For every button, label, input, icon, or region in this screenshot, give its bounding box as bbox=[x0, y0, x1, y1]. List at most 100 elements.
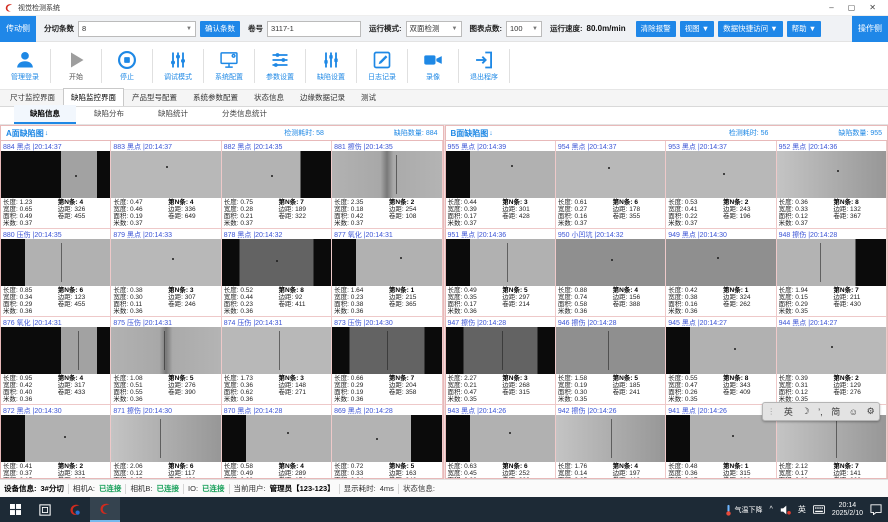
data-quick-access-menu-button[interactable]: 数据快捷访问 ▼ bbox=[718, 21, 783, 37]
defect-thumbnail[interactable] bbox=[666, 151, 775, 198]
defect-cell[interactable]: 879 黑点 |20:14:33长度: 0.38宽度: 0.30面积: 0.11… bbox=[111, 229, 221, 317]
defect-thumbnail[interactable] bbox=[556, 327, 665, 374]
defect-cell[interactable]: 880 压伤 |20:14:35长度: 0.85宽度: 0.34面积: 0.29… bbox=[1, 229, 111, 317]
touch-keyboard-icon[interactable] bbox=[813, 505, 825, 514]
defect-thumbnail[interactable] bbox=[111, 327, 220, 374]
defect-thumbnail[interactable] bbox=[222, 239, 331, 286]
subtab-1[interactable]: 缺陷分布 bbox=[78, 105, 140, 124]
defect-cell[interactable]: 948 擦伤 |20:14:28长度: 1.94宽度: 0.15面积: 0.29… bbox=[777, 229, 887, 317]
defect-cell[interactable]: 872 黑点 |20:14:30长度: 0.41宽度: 0.37面积: 0.15… bbox=[1, 405, 111, 478]
taskbar-active-app-icon[interactable] bbox=[90, 497, 120, 522]
defect-cell[interactable]: 950 小凹坑 |20:14:32长度: 0.88宽度: 0.74面积: 0.5… bbox=[556, 229, 666, 317]
ime-punctuation-mode[interactable]: ’, bbox=[818, 407, 823, 417]
subtab-0[interactable]: 缺陷信息 bbox=[14, 105, 76, 124]
defect-cell[interactable]: 944 黑点 |20:14:27长度: 0.39宽度: 0.31面积: 0.12… bbox=[777, 317, 887, 405]
defect-cell[interactable]: 884 黑点 |20:14:37长度: 1.23宽度: 0.65面积: 0.49… bbox=[1, 141, 111, 229]
defect-cell[interactable]: 949 黑点 |20:14:30长度: 0.42宽度: 0.38面积: 0.16… bbox=[666, 229, 776, 317]
defect-cell[interactable]: 954 黑点 |20:14:37长度: 0.61宽度: 0.27面积: 0.16… bbox=[556, 141, 666, 229]
defect-thumbnail[interactable] bbox=[777, 327, 886, 374]
ime-english-mode[interactable]: 英 bbox=[784, 405, 793, 418]
defect-thumbnail[interactable] bbox=[111, 239, 220, 286]
slit-count-select[interactable]: 8▼ bbox=[78, 21, 196, 37]
defect-thumbnail[interactable] bbox=[556, 151, 665, 198]
log-button[interactable]: 日志记录 bbox=[359, 44, 405, 88]
view-menu-button[interactable]: 视图 ▼ bbox=[680, 21, 715, 37]
defect-cell[interactable]: 878 黑点 |20:14:32长度: 0.52宽度: 0.44面积: 0.23… bbox=[222, 229, 332, 317]
gear-icon[interactable]: ⚙ bbox=[867, 406, 875, 417]
defect-cell[interactable]: 882 黑点 |20:14:35长度: 0.75宽度: 0.28面积: 0.21… bbox=[222, 141, 332, 229]
defect-cell[interactable]: 870 黑点 |20:14:28长度: 0.58宽度: 0.49面积: 0.28… bbox=[222, 405, 332, 478]
start-button[interactable] bbox=[0, 497, 30, 522]
arrow-down-icon[interactable]: ↓ bbox=[489, 130, 493, 137]
defect-thumbnail[interactable] bbox=[332, 415, 441, 462]
arrow-down-icon[interactable]: ↓ bbox=[45, 130, 49, 137]
maximize-icon[interactable]: ▢ bbox=[848, 3, 856, 13]
emoji-icon[interactable]: ☺ bbox=[849, 407, 858, 417]
close-icon[interactable]: ✕ bbox=[869, 3, 876, 13]
taskbar-clock[interactable]: 20:14 2025/2/10 bbox=[832, 502, 863, 518]
ime-toolbar[interactable]: ⋮ 英 ☽ ’, 简 ☺ ⚙ bbox=[762, 402, 880, 421]
defect-thumbnail[interactable] bbox=[556, 415, 665, 462]
weather-widget[interactable]: 气温下降 bbox=[725, 504, 763, 516]
subtab-3[interactable]: 分类信息统计 bbox=[206, 105, 283, 124]
play-button[interactable]: 开始 bbox=[53, 44, 99, 88]
moon-icon[interactable]: ☽ bbox=[801, 406, 809, 417]
defect-thumbnail[interactable] bbox=[556, 239, 665, 286]
defect-cell[interactable]: 874 压伤 |20:14:31长度: 1.73宽度: 0.36面积: 0.62… bbox=[222, 317, 332, 405]
defect-cell[interactable]: 941 黑点 |20:14:26长度: 0.48宽度: 0.36面积: 0.17… bbox=[666, 405, 776, 478]
ime-drag-handle[interactable]: ⋮ bbox=[767, 407, 775, 416]
operator-side-button[interactable]: 操作侧 bbox=[852, 16, 888, 42]
defect-thumbnail[interactable] bbox=[222, 415, 331, 462]
defect-thumbnail[interactable] bbox=[666, 415, 775, 462]
defect-cell[interactable]: 876 氧化 |20:14:31长度: 0.95宽度: 0.42面积: 0.40… bbox=[1, 317, 111, 405]
defect-thumbnail[interactable] bbox=[666, 327, 775, 374]
defect-thumbnail[interactable] bbox=[446, 327, 555, 374]
minimize-icon[interactable]: – bbox=[829, 3, 833, 13]
defect-thumbnail[interactable] bbox=[1, 239, 110, 286]
defect-thumbnail[interactable] bbox=[1, 327, 110, 374]
defect-cell[interactable]: 943 黑点 |20:14:26长度: 0.63宽度: 0.45面积: 0.28… bbox=[446, 405, 556, 478]
run-mode-select[interactable]: 双面检测▼ bbox=[406, 21, 462, 37]
defect-thumbnail[interactable] bbox=[446, 415, 555, 462]
defect-cell[interactable]: 871 擦伤 |20:14:30长度: 2.06宽度: 0.12面积: 0.25… bbox=[111, 405, 221, 478]
task-view-button[interactable] bbox=[30, 497, 60, 522]
defect-thumbnail[interactable] bbox=[777, 415, 886, 462]
taskbar-ime-indicator[interactable]: 英 bbox=[798, 504, 806, 515]
exit-button[interactable]: 退出程序 bbox=[461, 44, 507, 88]
defect-thumbnail[interactable] bbox=[222, 151, 331, 198]
sliders-v-button[interactable]: 缺陷设置 bbox=[308, 44, 354, 88]
defect-thumbnail[interactable] bbox=[111, 415, 220, 462]
tray-expand-icon[interactable]: ^ bbox=[770, 506, 773, 513]
tab-6[interactable]: 测试 bbox=[353, 88, 384, 106]
confirm-count-button[interactable]: 确认条数 bbox=[200, 21, 240, 37]
tab-4[interactable]: 状态信息 bbox=[246, 88, 292, 106]
defect-thumbnail[interactable] bbox=[332, 239, 441, 286]
notification-center-icon[interactable] bbox=[870, 504, 882, 515]
tab-1[interactable]: 缺陷监控界面 bbox=[63, 88, 124, 106]
stop-button[interactable]: 停止 bbox=[104, 44, 150, 88]
defect-cell[interactable]: 945 黑点 |20:14:27长度: 0.55宽度: 0.47面积: 0.26… bbox=[666, 317, 776, 405]
drive-side-button[interactable]: 传动侧 bbox=[0, 16, 36, 42]
defect-thumbnail[interactable] bbox=[777, 151, 886, 198]
chart-points-select[interactable]: 100▼ bbox=[506, 21, 542, 37]
defect-thumbnail[interactable] bbox=[446, 151, 555, 198]
sliders-h-button[interactable]: 参数设置 bbox=[257, 44, 303, 88]
taskbar-app-icon[interactable] bbox=[60, 497, 90, 522]
defect-cell[interactable]: 955 黑点 |20:14:39长度: 0.44宽度: 0.39面积: 0.17… bbox=[446, 141, 556, 229]
defect-cell[interactable]: 953 黑点 |20:14:37长度: 0.53宽度: 0.41面积: 0.22… bbox=[666, 141, 776, 229]
tab-3[interactable]: 系统参数配置 bbox=[185, 88, 246, 106]
defect-thumbnail[interactable] bbox=[111, 151, 220, 198]
defect-cell[interactable]: 877 氧化 |20:14:31长度: 1.64宽度: 0.23面积: 0.38… bbox=[332, 229, 442, 317]
camera-button[interactable]: 录像 bbox=[410, 44, 456, 88]
tune-button[interactable]: 调试模式 bbox=[155, 44, 201, 88]
help-menu-button[interactable]: 帮助 ▼ bbox=[787, 21, 822, 37]
defect-cell[interactable]: 947 擦伤 |20:14:28长度: 2.27宽度: 0.21面积: 0.47… bbox=[446, 317, 556, 405]
defect-cell[interactable]: 942 擦伤 |20:14:26长度: 1.76宽度: 0.14面积: 0.25… bbox=[556, 405, 666, 478]
defect-cell[interactable]: 883 黑点 |20:14:37长度: 0.47宽度: 0.46面积: 0.19… bbox=[111, 141, 221, 229]
defect-thumbnail[interactable] bbox=[666, 239, 775, 286]
defect-thumbnail[interactable] bbox=[332, 327, 441, 374]
clear-alarm-button[interactable]: 清除报警 bbox=[636, 21, 676, 37]
volume-icon[interactable] bbox=[780, 505, 791, 515]
tab-0[interactable]: 尺寸监控界面 bbox=[2, 88, 63, 106]
monitor-button[interactable]: 系统配置 bbox=[206, 44, 252, 88]
